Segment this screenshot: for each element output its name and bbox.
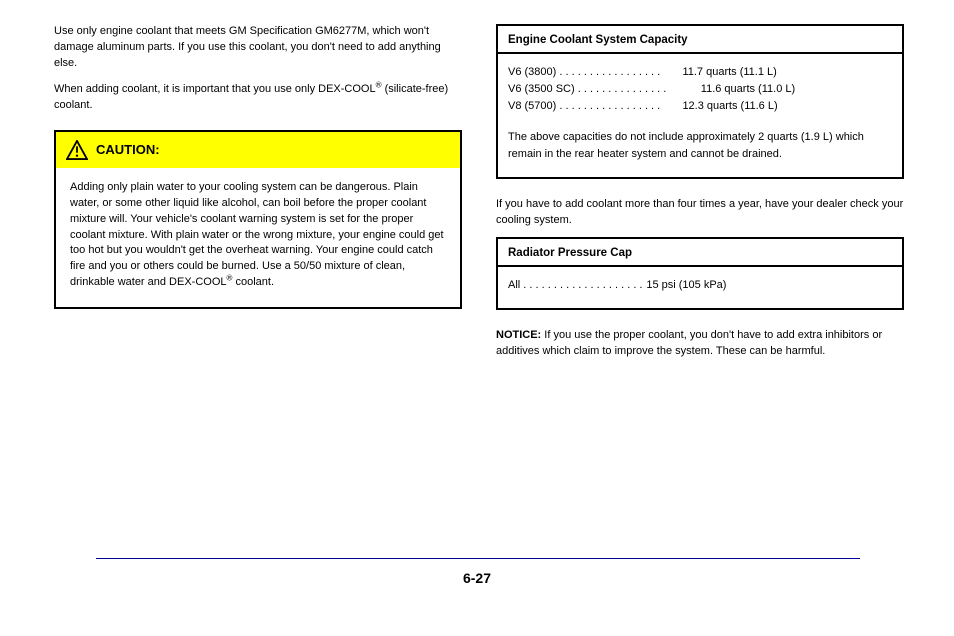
caution-heading-text: CAUTION: bbox=[96, 142, 160, 157]
caution-box: CAUTION: Adding only plain water to your… bbox=[54, 130, 462, 310]
capacity-footnote: The above capacities do not include appr… bbox=[508, 129, 892, 163]
page-number: 6-27 bbox=[0, 570, 954, 586]
capacity-row: V6 (3500 SC) . . . . . . . . . . . . . .… bbox=[508, 81, 892, 98]
pressure-row: All . . . . . . . . . . . . . . . . . . … bbox=[508, 277, 892, 294]
coolant-capacity-heading: Engine Coolant System Capacity bbox=[498, 26, 902, 54]
notice-paragraph: NOTICE: If you use the proper coolant, y… bbox=[496, 328, 904, 360]
warning-triangle-icon bbox=[66, 140, 88, 160]
footer-divider bbox=[96, 558, 860, 559]
capacity-row: V6 (3800) . . . . . . . . . . . . . . . … bbox=[508, 64, 892, 81]
intro-use-only: Use only engine coolant that meets GM Sp… bbox=[54, 24, 462, 72]
notice-text: If you use the proper coolant, you don't… bbox=[496, 329, 882, 357]
registered-mark-icon: ® bbox=[227, 274, 233, 283]
add-coolant-note: If you have to add coolant more than fou… bbox=[496, 197, 904, 229]
radiator-pressure-heading: Radiator Pressure Cap bbox=[498, 239, 902, 267]
radiator-pressure-box: Radiator Pressure Cap All . . . . . . . … bbox=[496, 237, 904, 310]
capacity-row: V8 (5700) . . . . . . . . . . . . . . . … bbox=[508, 98, 892, 115]
coolant-capacity-box: Engine Coolant System Capacity V6 (3800)… bbox=[496, 24, 904, 179]
notice-label: NOTICE: bbox=[496, 329, 541, 341]
caution-body-text: Adding only plain water to your cooling … bbox=[70, 180, 446, 292]
caution-heading-bar: CAUTION: bbox=[56, 132, 460, 168]
registered-mark-icon: ® bbox=[376, 80, 382, 89]
intro-when-adding: When adding coolant, it is important tha… bbox=[54, 82, 462, 114]
